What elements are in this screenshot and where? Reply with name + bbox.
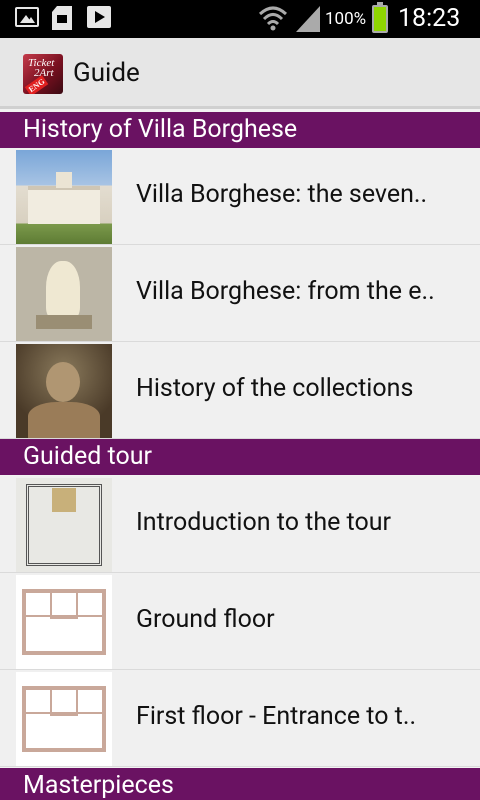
list-item[interactable]: Introduction to the tour (0, 476, 480, 573)
section-header-history: History of Villa Borghese (0, 112, 480, 148)
floor-plan-thumbnail (16, 672, 112, 766)
list-item[interactable]: First floor - Entrance to t.. (0, 670, 480, 767)
list-item[interactable]: Ground floor (0, 573, 480, 670)
signal-icon (296, 6, 320, 32)
list-item[interactable]: History of the collections (0, 342, 480, 439)
list-item-label: History of the collections (136, 374, 414, 403)
list-item-label: Villa Borghese: from the e.. (136, 277, 435, 306)
list-item-label: Ground floor (136, 605, 275, 634)
section-header-masterpieces: Masterpieces (0, 768, 480, 800)
list-item-label: Introduction to the tour (136, 508, 392, 537)
battery-percent: 100% (325, 9, 367, 29)
sculpture-thumbnail (16, 247, 112, 341)
battery-icon (372, 2, 388, 33)
page-title: Guide (73, 58, 140, 88)
section-header-guided-tour: Guided tour (0, 439, 480, 475)
wifi-icon (258, 6, 288, 31)
sd-card-icon (52, 6, 72, 30)
list-item[interactable]: Villa Borghese: from the e.. (0, 245, 480, 342)
bust-thumbnail (16, 344, 112, 438)
play-store-icon (87, 6, 111, 28)
list-item[interactable]: Villa Borghese: the seven.. (0, 148, 480, 245)
app-logo[interactable]: Ticket 2Art ENG (23, 54, 63, 94)
status-bar: 100% 18:23 (0, 0, 480, 38)
villa-thumbnail (16, 150, 112, 244)
list-item-label: Villa Borghese: the seven.. (136, 180, 428, 209)
hall-thumbnail (16, 478, 112, 572)
floor-plan-thumbnail (16, 575, 112, 669)
clock: 18:23 (398, 4, 461, 33)
image-icon (15, 7, 39, 27)
action-bar: Ticket 2Art ENG Guide (0, 38, 480, 109)
list-item-label: First floor - Entrance to t.. (136, 702, 417, 731)
